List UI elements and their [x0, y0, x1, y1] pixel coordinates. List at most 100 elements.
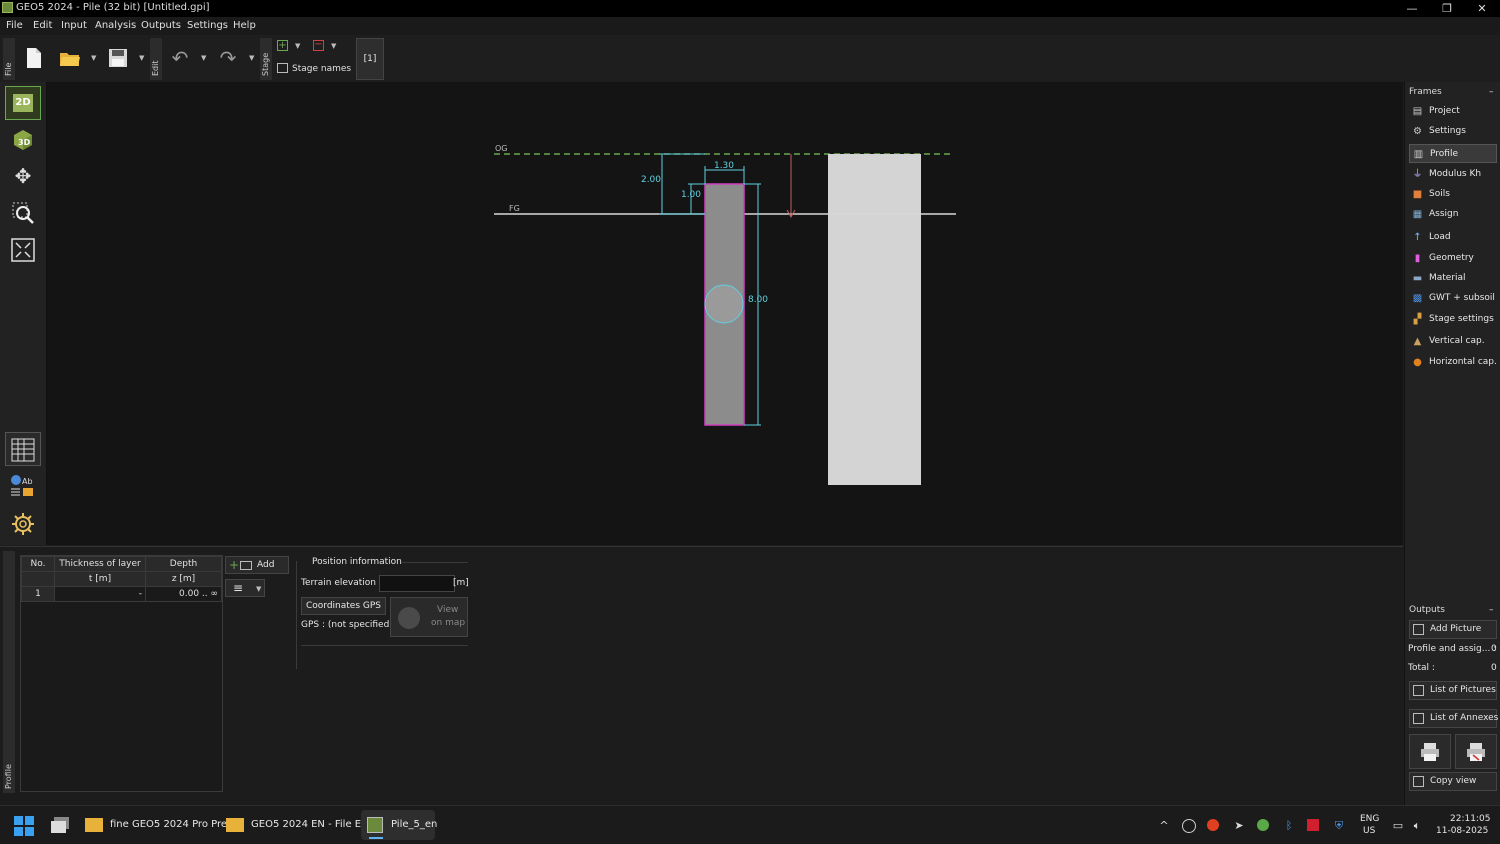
region-label[interactable]: US — [1363, 826, 1375, 836]
table-view-icon[interactable] — [5, 432, 41, 466]
view-2d-button[interactable]: 2D — [5, 86, 41, 120]
add-stage-icon[interactable]: + — [277, 40, 288, 51]
frame-horizontal-cap[interactable]: ● Horizontal cap. — [1409, 353, 1497, 372]
windows-start-icon[interactable] — [14, 816, 34, 836]
remove-stage-icon[interactable]: − — [313, 40, 324, 51]
zoom-extents-icon[interactable] — [5, 233, 41, 267]
outputs-title: Outputs — [1409, 605, 1445, 615]
col-subheader-thickness: t [m] — [54, 571, 146, 587]
frame-material[interactable]: ▬ Material — [1409, 269, 1497, 288]
frame-modulus-kh[interactable]: ⏚ Modulus Kh — [1409, 165, 1497, 184]
outputs-collapse-icon[interactable]: – — [1489, 605, 1494, 615]
tray-bluetooth-icon[interactable]: ᛒ — [1282, 819, 1296, 833]
language-label[interactable]: ENG — [1360, 814, 1379, 824]
tray-green-icon[interactable] — [1257, 819, 1269, 831]
add-picture-button[interactable]: Add Picture — [1409, 620, 1497, 639]
frame-label: Vertical cap. — [1429, 336, 1485, 346]
menu-settings[interactable]: Settings — [187, 20, 228, 31]
file-tab[interactable]: File — [3, 38, 15, 80]
menu-input[interactable]: Input — [61, 20, 87, 31]
open-folder-icon[interactable] — [57, 43, 83, 73]
dim-1: 1.00 — [681, 190, 701, 200]
print-button[interactable] — [1409, 734, 1451, 769]
total-count: 0 — [1491, 663, 1497, 673]
divider — [296, 561, 297, 669]
drawing-canvas[interactable]: OG FG 1.30 2.00 1.00 8.00 — [47, 82, 1403, 545]
undo-icon[interactable]: ↶ — [167, 43, 193, 73]
frame-gwt-subsoil[interactable]: ▩ GWT + subsoil — [1409, 289, 1497, 308]
table-row[interactable]: 1 - 0.00 .. ∞ — [21, 586, 222, 602]
frame-assign[interactable]: ▦ Assign — [1409, 205, 1497, 224]
stage-1-button[interactable]: [1] — [356, 38, 384, 80]
frame-stage-settings[interactable]: ▞ Stage settings — [1409, 310, 1497, 329]
frame-project[interactable]: ▤ Project — [1409, 102, 1497, 121]
clock-time[interactable]: 22:11:05 — [1450, 814, 1490, 824]
frame-label: Soils — [1429, 189, 1450, 199]
frame-geometry[interactable]: ▮ Geometry — [1409, 249, 1497, 268]
stage-tab[interactable]: Stage — [260, 38, 272, 80]
tray-red-icon[interactable] — [1307, 819, 1319, 831]
pan-move-icon[interactable]: ✥ — [5, 159, 41, 193]
tray-update-icon[interactable] — [1207, 819, 1219, 831]
pictures-list-icon — [1413, 685, 1424, 696]
menu-file[interactable]: File — [6, 20, 23, 31]
add-table-icon — [240, 561, 252, 570]
menu-edit[interactable]: Edit — [33, 20, 52, 31]
tray-app-icon[interactable] — [1182, 819, 1196, 833]
copy-view-button[interactable]: Copy view — [1409, 772, 1497, 791]
save-dropdown-icon[interactable]: ▼ — [139, 54, 144, 62]
redo-dropdown-icon[interactable]: ▼ — [249, 54, 254, 62]
stage-names-button[interactable]: Stage names — [292, 64, 351, 74]
undo-dropdown-icon[interactable]: ▼ — [201, 54, 206, 62]
frame-settings[interactable]: ⚙ Settings — [1409, 122, 1497, 141]
tray-chevron-icon[interactable]: ^ — [1157, 819, 1171, 833]
taskbar-app-file-explorer[interactable]: GEO5 2024 EN - File Exp — [225, 810, 373, 840]
menu-help[interactable]: Help — [233, 20, 256, 31]
clock-date[interactable]: 11-08-2025 — [1436, 826, 1488, 836]
dim-pile-length: 8.00 — [748, 295, 768, 305]
list-options-button[interactable]: ≡ ▼ — [225, 579, 265, 597]
profile-tab[interactable]: Profile — [3, 551, 15, 793]
tray-telegram-icon[interactable]: ➤ — [1232, 819, 1246, 833]
view-3d-button[interactable]: 3D — [5, 123, 41, 157]
frame-soils[interactable]: ■ Soils — [1409, 185, 1497, 204]
frame-load[interactable]: ↑ Load — [1409, 228, 1497, 247]
zoom-window-icon[interactable] — [5, 196, 41, 230]
frames-collapse-icon[interactable]: – — [1489, 87, 1494, 97]
tray-shield-icon[interactable]: ⛨ — [1332, 819, 1346, 833]
col-header-depth: Depth — [145, 556, 222, 572]
taskbar-app-pile[interactable]: Pile_5_en — [361, 810, 437, 840]
list-of-pictures-button[interactable]: List of Pictures — [1409, 681, 1497, 700]
edit-tab[interactable]: Edit — [150, 38, 162, 80]
remove-stage-dropdown-icon[interactable]: ▼ — [331, 42, 336, 50]
new-file-icon[interactable] — [21, 43, 47, 73]
taskbar-app-fine-geo5[interactable]: fine GEO5 2024 Pro Pre· — [84, 810, 230, 840]
menu-analysis[interactable]: Analysis — [95, 20, 136, 31]
terrain-elevation-input[interactable] — [379, 575, 455, 592]
restore-button[interactable]: ❐ — [1430, 0, 1464, 17]
minimize-button[interactable]: — — [1395, 0, 1429, 17]
view-on-map-button[interactable]: View on map — [390, 597, 468, 637]
open-dropdown-icon[interactable]: ▼ — [91, 54, 96, 62]
list-of-annexes-button[interactable]: List of Annexes — [1409, 709, 1498, 728]
add-layer-button[interactable]: + Add — [225, 556, 289, 574]
styles-icon[interactable]: Ab — [5, 469, 41, 503]
add-stage-dropdown-icon[interactable]: ▼ — [295, 42, 300, 50]
print-pdf-button[interactable] — [1455, 734, 1497, 769]
frame-label: Load — [1429, 232, 1451, 242]
bottom-panel: Profile No. Thickness of layer Depth t [… — [0, 546, 1403, 806]
network-icon[interactable]: ▭ — [1391, 819, 1405, 833]
task-view-icon[interactable] — [50, 816, 70, 834]
volume-icon[interactable]: 🔈︎ — [1410, 819, 1424, 833]
stage-names-icon — [277, 63, 288, 73]
frame-profile[interactable]: ▥ Profile — [1409, 144, 1497, 163]
frame-vertical-cap[interactable]: ▲ Vertical cap. — [1409, 332, 1497, 351]
coordinates-gps-button[interactable]: Coordinates GPS — [301, 597, 386, 615]
settings-gear-icon[interactable] — [5, 507, 41, 541]
view-3d-icon: 3D — [14, 130, 32, 150]
close-button[interactable]: ✕ — [1465, 0, 1499, 17]
menu-outputs[interactable]: Outputs — [141, 20, 181, 31]
save-icon[interactable] — [105, 43, 131, 73]
frame-label: Assign — [1429, 209, 1459, 219]
redo-icon[interactable]: ↷ — [215, 43, 241, 73]
